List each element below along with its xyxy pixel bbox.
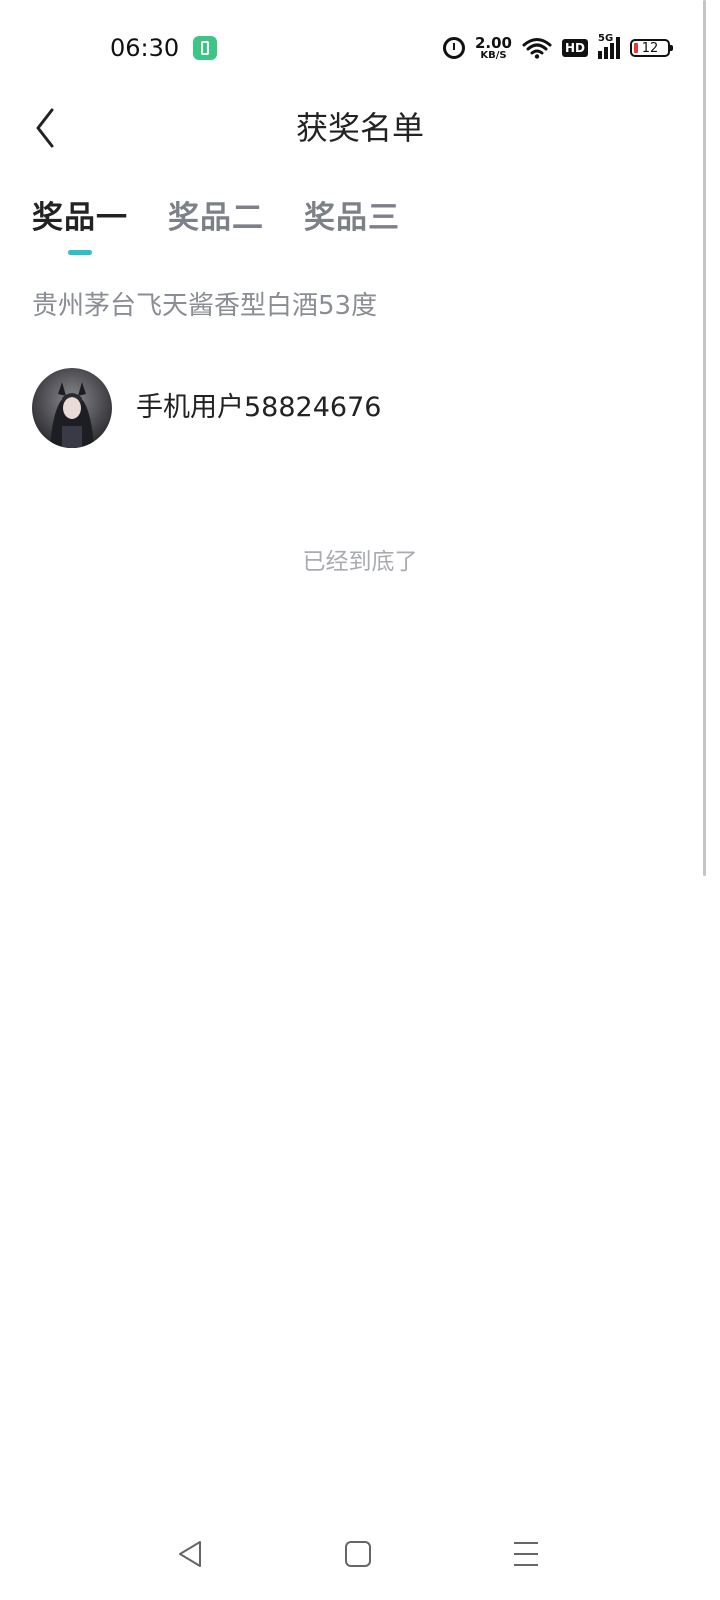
tab-prize-1[interactable]: 奖品一	[32, 196, 128, 240]
battery-icon: 12	[630, 39, 673, 57]
status-time: 06:30	[110, 34, 180, 62]
hd-icon: HD	[561, 39, 588, 57]
status-bar: 06:30 2.00 KB/S HD 5G 12	[0, 0, 720, 96]
list-end-text: 已经到底了	[302, 549, 418, 575]
status-icons: 2.00 KB/S HD 5G 12	[442, 33, 673, 62]
battery-level: 12	[641, 40, 659, 56]
list-item[interactable]: 手机用户58824676	[32, 368, 688, 448]
nav-header: 获奖名单	[0, 96, 720, 160]
scrollbar[interactable]	[703, 0, 706, 876]
system-home-button[interactable]	[340, 1536, 376, 1572]
system-menu-button[interactable]	[508, 1536, 544, 1572]
tab-prize-2[interactable]: 奖品二	[168, 196, 264, 240]
winner-name: 手机用户58824676	[136, 392, 382, 423]
avatar	[32, 368, 112, 448]
system-nav-bar	[0, 1500, 720, 1600]
page-title: 获奖名单	[295, 109, 424, 147]
wifi-icon	[522, 38, 552, 59]
winner-list: 手机用户58824676	[32, 368, 688, 448]
menu-lines-icon	[514, 1542, 538, 1566]
signal-icon: 5G	[598, 33, 620, 59]
alarm-icon	[442, 37, 465, 59]
tab-prize-3[interactable]: 奖品三	[304, 196, 400, 240]
network-speed-value: 2.00	[474, 33, 512, 52]
prize-name: 贵州茅台飞天酱香型白酒53度	[32, 291, 378, 321]
system-back-button[interactable]	[172, 1536, 208, 1572]
prize-tabs: 奖品一 奖品二 奖品三	[32, 196, 400, 255]
home-square-icon	[345, 1541, 371, 1567]
active-tab-indicator	[68, 250, 92, 255]
signal-label: 5G	[598, 33, 614, 44]
network-speed: 2.00 KB/S	[474, 33, 512, 61]
battery-saver-icon	[193, 36, 217, 60]
back-triangle-icon	[179, 1541, 201, 1567]
network-speed-unit: KB/S	[480, 49, 507, 61]
